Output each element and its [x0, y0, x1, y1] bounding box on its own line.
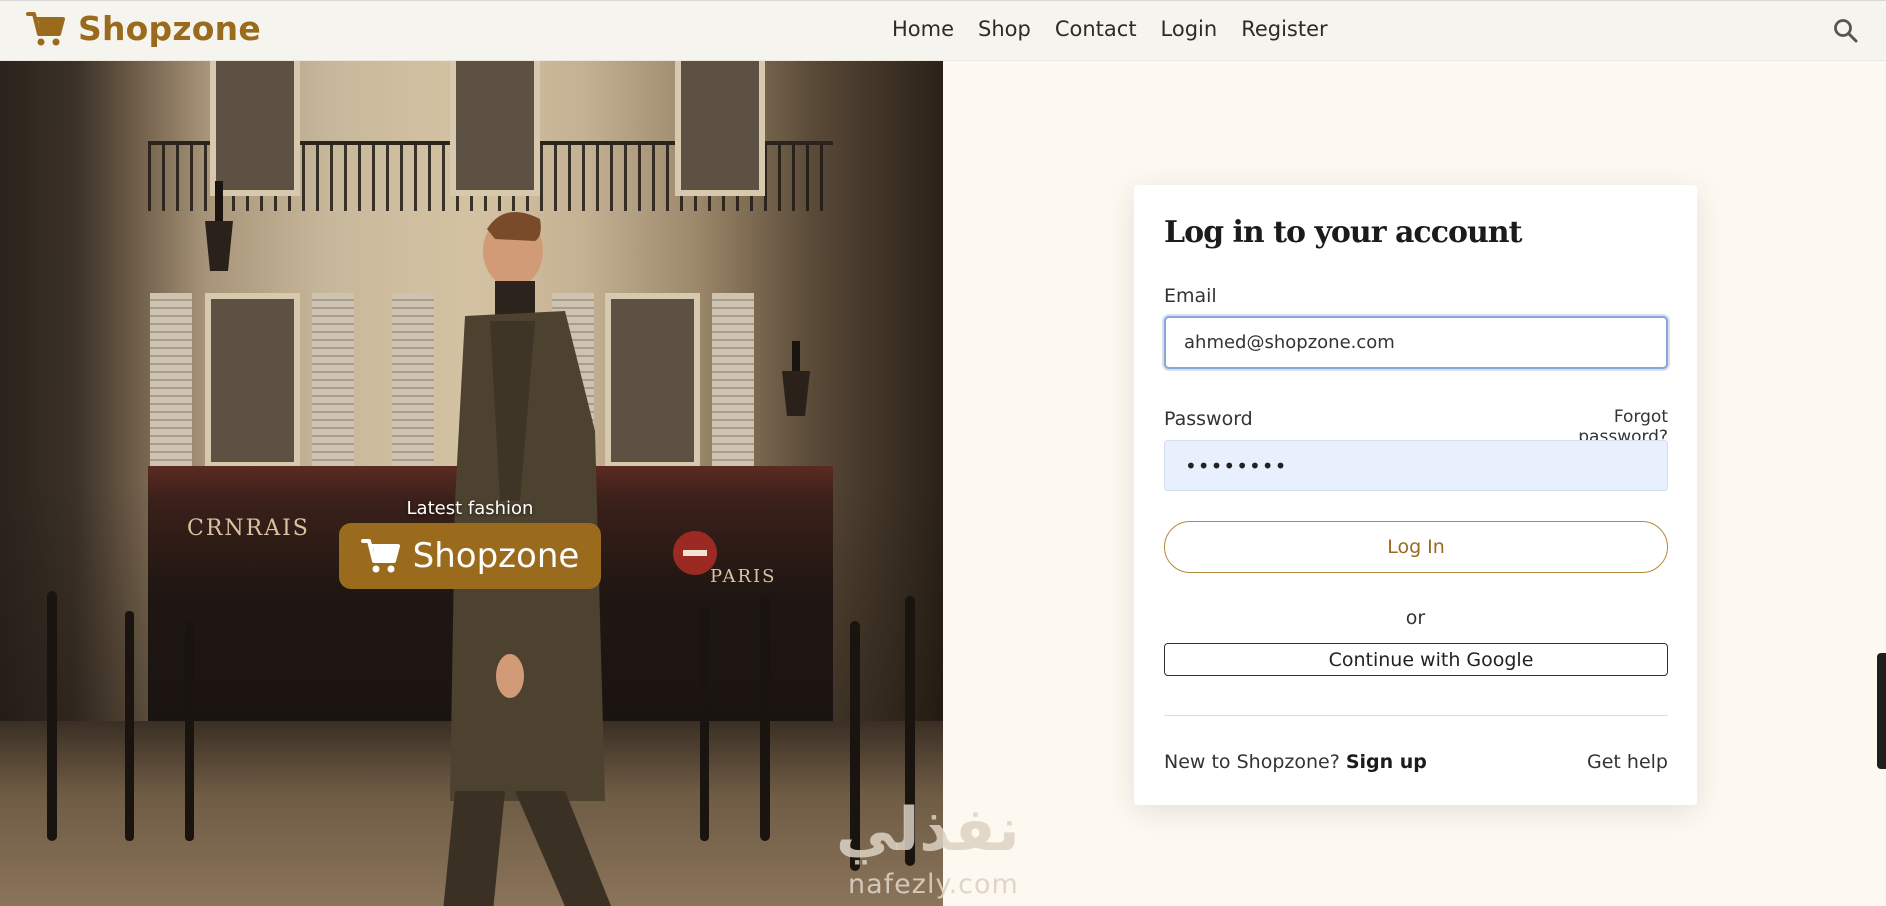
- brand-name: Shopzone: [78, 9, 261, 48]
- nav-contact[interactable]: Contact: [1043, 15, 1149, 43]
- watermark-latin: nafezly.com: [848, 869, 1019, 900]
- watermark-arabic: نفذلي: [836, 795, 1022, 865]
- login-button[interactable]: Log In: [1164, 521, 1668, 573]
- search-icon: [1834, 19, 1858, 43]
- google-login-button[interactable]: Continue with Google: [1164, 643, 1668, 676]
- hero-tagline: Latest fashion: [406, 498, 534, 519]
- hero-brand-badge: Shopzone: [339, 523, 601, 589]
- cart-icon: [26, 11, 65, 45]
- password-field[interactable]: [1164, 440, 1668, 491]
- email-field[interactable]: [1164, 316, 1668, 369]
- cart-icon: [360, 539, 400, 573]
- nav-shop[interactable]: Shop: [966, 15, 1043, 43]
- hero-overlay: Latest fashion Shopzone: [339, 498, 601, 589]
- get-help-link[interactable]: Get help: [1534, 751, 1668, 773]
- main-nav: Home Shop Contact Login Register: [880, 15, 1340, 43]
- card-divider: [1164, 715, 1668, 716]
- signup-prompt-text: New to Shopzone?: [1164, 751, 1346, 773]
- nav-home[interactable]: Home: [880, 15, 966, 43]
- signup-link[interactable]: Sign up: [1346, 751, 1427, 773]
- side-drawer-tab[interactable]: [1877, 653, 1886, 769]
- nav-login[interactable]: Login: [1149, 15, 1230, 43]
- email-label: Email: [1164, 285, 1217, 307]
- brand-logo-link[interactable]: Shopzone: [26, 9, 261, 48]
- hero-badge-name: Shopzone: [412, 536, 580, 576]
- password-label: Password: [1164, 408, 1253, 430]
- nav-register[interactable]: Register: [1229, 15, 1339, 43]
- signup-prompt: New to Shopzone? Sign up: [1164, 751, 1427, 773]
- top-navbar: Shopzone Home Shop Contact Login Registe…: [0, 0, 1886, 61]
- or-separator: or: [1405, 607, 1426, 629]
- watermark: نفذلي nafezly.com: [836, 795, 1046, 903]
- hero-image: CRNRAIS PARIS Latest fashion Shopzone: [0, 61, 943, 906]
- login-title: Log in to your account: [1164, 215, 1522, 250]
- search-button[interactable]: [1832, 17, 1860, 45]
- login-card: Log in to your account Email Password Fo…: [1134, 185, 1697, 805]
